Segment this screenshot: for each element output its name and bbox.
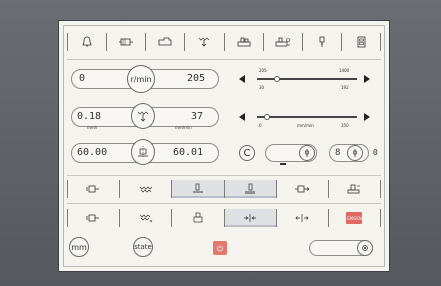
position-right-value: 60.01 <box>173 147 204 158</box>
feed-dial[interactable] <box>131 103 155 129</box>
top-toolbar: A <box>67 31 381 53</box>
spindle-min-label: 30 <box>259 85 265 90</box>
feed-right-value: 37 <box>191 111 204 122</box>
toolbar-machine-settings[interactable]: A <box>262 33 302 51</box>
hmi-screen: A 0 r/min 205 205 1400 30 192 0.18 mm/r … <box>58 20 390 272</box>
low-toolbar-emergency[interactable]: EMGEN <box>327 209 382 227</box>
bell-icon <box>82 36 92 47</box>
feed-right-icon <box>295 185 310 193</box>
feed-icon <box>199 37 210 47</box>
machine-settings-icon: A <box>275 37 291 47</box>
low-toolbar-move-out[interactable] <box>275 209 328 227</box>
state-button[interactable]: state <box>133 237 153 257</box>
spindle-increase-arrow[interactable] <box>364 75 370 83</box>
move-in-icon <box>244 214 257 222</box>
toggle-knob[interactable] <box>299 145 315 161</box>
emergency-label: EMGEN <box>347 215 362 221</box>
toolbar-machine[interactable] <box>223 33 263 51</box>
state-button-label: state <box>134 243 152 251</box>
toolbar-motor[interactable] <box>106 33 145 51</box>
column-right-icon <box>245 183 256 194</box>
feed-left-value: 0.18 <box>77 111 102 122</box>
spindle-right-value: 205 <box>187 73 206 84</box>
spindle-slider-track[interactable] <box>257 78 357 80</box>
divider-mid <box>67 175 381 176</box>
low-toolbar-chip-down[interactable] <box>119 209 171 227</box>
feed-mid-label: mm/min <box>297 123 314 128</box>
spindle-top-right-label: 1400 <box>339 68 350 73</box>
spindle-decrease-arrow[interactable] <box>239 75 245 83</box>
toggle-indicator <box>280 163 286 165</box>
spindle-left-value: 0 <box>79 73 86 84</box>
mid-toolbar <box>67 178 382 200</box>
divider-low <box>67 203 381 204</box>
tool-small-icon <box>305 149 309 157</box>
mid-toolbar-column-left[interactable] <box>171 180 224 198</box>
c-button[interactable]: C <box>239 145 255 161</box>
toolbar-document[interactable] <box>340 33 381 51</box>
toolbar-feed[interactable] <box>184 33 223 51</box>
feed-min-label: 0 <box>259 123 262 128</box>
spindle-unit-dial[interactable]: r/min <box>127 65 155 93</box>
power-icon <box>217 245 223 252</box>
clamp-icon <box>158 37 172 46</box>
spindle-max-label: 192 <box>341 85 349 90</box>
toolbar-tool[interactable] <box>301 33 341 51</box>
chip-down-icon <box>139 214 153 223</box>
spindle-unit-label: r/min <box>130 74 152 84</box>
toolbar-bell[interactable] <box>67 33 106 51</box>
mid-toolbar-machine-right[interactable] <box>327 180 382 198</box>
spindle-top-left-label: 205 <box>259 68 267 73</box>
feed-down-icon <box>137 111 149 122</box>
position-dial[interactable] <box>131 139 155 165</box>
align-left-icon <box>86 214 99 222</box>
position-left-value: 60.00 <box>77 147 108 158</box>
feed-slider-track[interactable] <box>257 116 357 118</box>
mid-toolbar-align[interactable] <box>67 180 119 198</box>
mid-toolbar-column-right[interactable] <box>223 180 276 198</box>
low-toolbar-move-in[interactable] <box>223 209 276 227</box>
divider-top <box>67 59 381 60</box>
spindle-slider-knob[interactable] <box>274 76 280 82</box>
feed-left-unit: mm/r <box>87 125 98 130</box>
feed-increase-arrow[interactable] <box>364 113 370 121</box>
low-toolbar-clamp[interactable] <box>171 209 223 227</box>
motor-icon <box>119 38 134 46</box>
mid-toolbar-chip[interactable] <box>119 180 171 198</box>
settings-icon <box>362 245 368 251</box>
tool-icon <box>319 36 325 47</box>
tool-small-icon <box>353 149 357 157</box>
bottom-toggle-knob[interactable] <box>357 240 373 256</box>
move-out-icon <box>295 214 309 222</box>
low-toolbar-align[interactable] <box>67 209 119 227</box>
counter-knob[interactable] <box>347 145 363 161</box>
counter-extra: 0 <box>373 148 378 157</box>
feed-max-label: 350 <box>341 123 349 128</box>
machine-icon <box>237 37 250 47</box>
mm-button-label: mm <box>71 242 87 252</box>
emergency-icon: EMGEN <box>346 212 363 224</box>
machine-right-icon <box>348 184 361 194</box>
feed-right-unit: mm/min <box>175 125 192 130</box>
chip-icon <box>139 186 152 193</box>
toolbar-clamp[interactable] <box>145 33 184 51</box>
mid-toolbar-feed-right[interactable] <box>275 180 328 198</box>
align-left-icon <box>86 185 99 193</box>
feed-slider-knob[interactable] <box>264 114 270 120</box>
tool-position-icon <box>138 146 148 158</box>
svg-text:A: A <box>288 43 291 47</box>
feed-decrease-arrow[interactable] <box>239 113 245 121</box>
clamp-small-icon <box>193 212 203 223</box>
mm-button[interactable]: mm <box>69 237 89 257</box>
c-button-label: C <box>243 147 251 159</box>
low-toolbar: EMGEN <box>67 207 382 229</box>
counter-value: 8 <box>335 148 341 158</box>
power-button[interactable] <box>213 241 227 255</box>
document-icon <box>357 36 366 48</box>
column-left-icon <box>192 183 203 193</box>
